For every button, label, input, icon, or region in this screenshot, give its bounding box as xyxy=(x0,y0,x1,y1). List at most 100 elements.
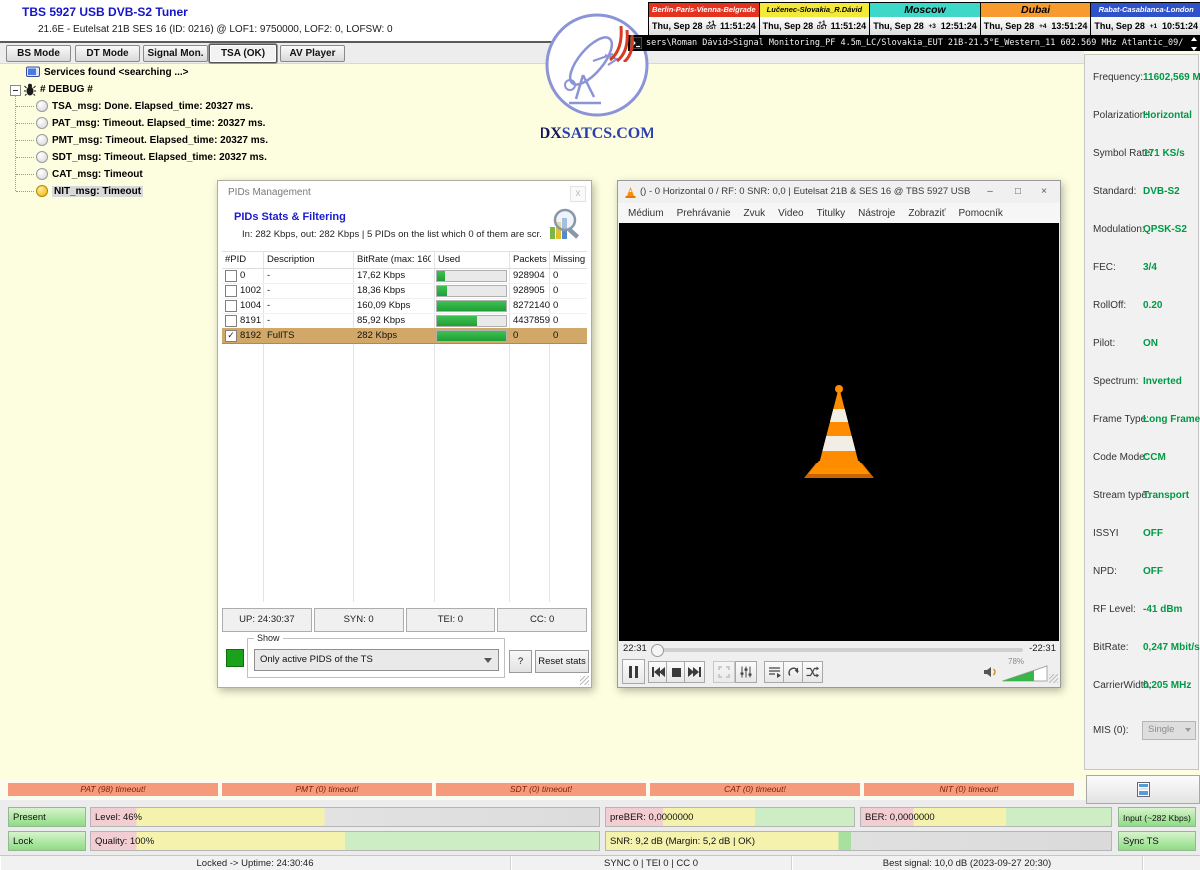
table-row-selected[interactable]: ✓ 8192 FullTS 282 Kbps 0 0 xyxy=(222,328,587,344)
pid-checkbox[interactable] xyxy=(225,315,237,327)
clock-city-label: Moscow xyxy=(870,3,980,17)
menu-tools[interactable]: Nástroje xyxy=(858,208,895,219)
clock-moscow: Moscow Thu, Sep 28 +3 12:51:24 xyxy=(870,3,981,36)
col-missing[interactable]: Missing xyxy=(553,254,585,265)
table-row[interactable]: 1002 - 18,36 Kbps 928905 0 xyxy=(222,283,587,299)
maximize-button[interactable]: □ xyxy=(1006,184,1030,201)
pids-table-header: #PID Description BitRate (max: 160,09 Kb… xyxy=(222,252,587,269)
tree-collapse-toggle[interactable] xyxy=(10,85,21,96)
param-value: 0,205 MHz xyxy=(1143,680,1191,691)
fullscreen-button[interactable] xyxy=(713,661,735,683)
clock-rabat: Rabat-Casablanca-London Thu, Sep 28 +1 1… xyxy=(1091,3,1200,36)
console-scrollbar[interactable] xyxy=(1188,36,1199,52)
menu-video[interactable]: Video xyxy=(778,208,803,219)
col-bitrate[interactable]: BitRate (max: 160,09 Kb... xyxy=(357,254,431,265)
clock-time: Thu, Sep 28 +1 10:51:24 xyxy=(1091,17,1200,35)
col-packets[interactable]: Packets xyxy=(513,254,547,265)
status-spacer xyxy=(1143,856,1200,870)
param-value: Inverted xyxy=(1143,376,1182,387)
pids-summary: In: 282 Kbps, out: 282 Kbps | 5 PIDs on … xyxy=(242,229,542,240)
seek-knob[interactable] xyxy=(651,644,664,657)
tab-signal-mon[interactable]: Signal Mon. xyxy=(143,45,208,62)
param-label: BitRate: xyxy=(1093,642,1129,653)
input-indicator: Input (~282 Kbps) xyxy=(1118,807,1196,827)
clock-berlin: Berlin-Paris-Vienna-Belgrade Thu, Sep 28… xyxy=(649,3,760,36)
param-label: Standard: xyxy=(1093,186,1136,197)
playlist-button[interactable] xyxy=(764,661,785,683)
reset-stats-button[interactable]: Reset stats xyxy=(535,650,589,673)
pid-checkbox[interactable] xyxy=(225,270,237,282)
volume-slider[interactable] xyxy=(1002,665,1048,682)
param-value: Long Frame xyxy=(1143,414,1200,425)
vlc-titlebar[interactable]: () - 0 Horizontal 0 / RF: 0 SNR: 0,0 | E… xyxy=(618,181,1060,203)
table-row[interactable]: 8191 - 85,92 Kbps 4437859 0 xyxy=(222,313,587,329)
extended-settings-button[interactable] xyxy=(735,661,757,683)
pids-window-titlebar[interactable]: PIDs Management xyxy=(218,181,591,205)
tab-av-player[interactable]: AV Player xyxy=(280,45,345,62)
tree-item-sdt-msg[interactable]: SDT_msg: Timeout. Elapsed_time: 20327 ms… xyxy=(36,149,267,165)
tree-item-debug[interactable]: # DEBUG # xyxy=(24,81,93,97)
next-button[interactable] xyxy=(684,661,705,683)
clock-slovakia: Lučenec-Slovakia_R.Dávid Thu, Sep 28 +1D… xyxy=(760,3,871,36)
vlc-video-area[interactable] xyxy=(619,223,1059,641)
param-label: Pilot: xyxy=(1093,338,1115,349)
loop-button[interactable] xyxy=(783,661,804,683)
tree-item-pmt-msg[interactable]: PMT_msg: Timeout. Elapsed_time: 20327 ms… xyxy=(36,132,268,148)
close-button[interactable]: × xyxy=(1032,184,1056,201)
tree-item-nit-msg[interactable]: NIT_msg: Timeout xyxy=(36,183,143,199)
help-button[interactable]: ? xyxy=(509,650,532,673)
show-filter-dropdown[interactable]: Only active PIDS of the TS xyxy=(254,649,499,671)
param-label: Code Mode: xyxy=(1093,452,1147,463)
tree-item-services[interactable]: Services found <searching ...> xyxy=(26,64,189,80)
signal-waves-icon xyxy=(608,20,638,62)
scroll-up-icon[interactable] xyxy=(1191,37,1197,41)
pids-window: PIDs Management x PIDs Stats & Filtering… xyxy=(217,180,592,688)
col-description[interactable]: Description xyxy=(267,254,315,265)
desktop: TBS 5927 USB DVB-S2 Tuner 21.6E - Eutels… xyxy=(0,0,1200,870)
tree-item-cat-msg[interactable]: CAT_msg: Timeout xyxy=(36,166,143,182)
vlc-title-text: () - 0 Horizontal 0 / RF: 0 SNR: 0,0 | E… xyxy=(640,186,970,197)
resize-grip[interactable] xyxy=(580,676,589,685)
menu-medium[interactable]: Médium xyxy=(628,208,664,219)
nit-timeout-badge: NIT (0) timeout! xyxy=(864,783,1074,796)
menu-playback[interactable]: Prehrávanie xyxy=(677,208,731,219)
pause-button[interactable] xyxy=(622,659,645,684)
tree-item-tsa-msg[interactable]: TSA_msg: Done. Elapsed_time: 20327 ms. xyxy=(36,98,253,114)
menu-view[interactable]: Zobraziť xyxy=(908,208,945,219)
transponder-subtitle: 21.6E - Eutelsat 21B SES 16 (ID: 0216) @… xyxy=(38,24,393,35)
param-value: 0,247 Mbit/s xyxy=(1143,642,1200,653)
tuner-info-panel: Frequency:11602,569 MHz Polarization:Hor… xyxy=(1084,54,1199,770)
clock-time: Thu, Sep 28 +1DST 11:51:24 xyxy=(649,17,759,35)
tab-bs-mode[interactable]: BS Mode xyxy=(6,45,71,62)
scroll-down-icon[interactable] xyxy=(1191,47,1197,51)
col-used[interactable]: Used xyxy=(438,254,460,265)
resize-grip[interactable] xyxy=(1049,674,1058,683)
minimize-button[interactable]: – xyxy=(978,184,1002,201)
pid-checkbox-checked[interactable]: ✓ xyxy=(225,330,237,342)
param-value: -41 dBm xyxy=(1143,604,1182,615)
shuffle-icon xyxy=(806,666,819,678)
status-sync-tei-cc: SYNC 0 | TEI 0 | CC 0 xyxy=(511,856,792,870)
param-value: 171 KS/s xyxy=(1143,148,1185,159)
table-row[interactable]: 0 - 17,62 Kbps 928904 0 xyxy=(222,268,587,284)
menu-audio[interactable]: Zvuk xyxy=(744,208,766,219)
volume-icon[interactable] xyxy=(984,666,999,678)
pid-checkbox[interactable] xyxy=(225,285,237,297)
tab-tsa[interactable]: TSA (OK) xyxy=(209,44,277,63)
menu-help[interactable]: Pomocník xyxy=(958,208,1002,219)
param-value: QPSK-S2 xyxy=(1143,224,1187,235)
close-icon[interactable]: x xyxy=(570,186,586,202)
mis-dropdown[interactable]: Single xyxy=(1142,721,1196,740)
shuffle-button[interactable] xyxy=(802,661,823,683)
seek-slider[interactable] xyxy=(652,648,1023,652)
ts-filter-button[interactable] xyxy=(1086,775,1200,804)
pid-checkbox[interactable] xyxy=(225,300,237,312)
show-label: Show xyxy=(254,633,283,643)
table-row[interactable]: 1004 - 160,09 Kbps 8272140 0 xyxy=(222,298,587,314)
tree-item-pat-msg[interactable]: PAT_msg: Timeout. Elapsed_time: 20327 ms… xyxy=(36,115,265,131)
param-value: Horizontal xyxy=(1143,110,1192,121)
tab-dt-mode[interactable]: DT Mode xyxy=(75,45,140,62)
col-pid[interactable]: #PID xyxy=(225,254,246,265)
menu-subtitles[interactable]: Titulky xyxy=(817,208,846,219)
pids-heading: PIDs Stats & Filtering xyxy=(234,211,346,223)
